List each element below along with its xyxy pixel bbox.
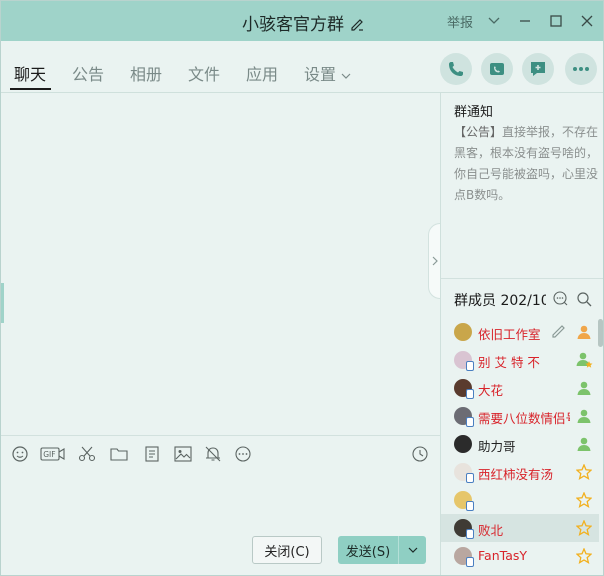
tab-files[interactable]: 文件: [188, 61, 220, 85]
chevron-right-icon: [432, 256, 438, 266]
avatar[interactable]: [454, 379, 474, 399]
avatar[interactable]: [454, 351, 474, 371]
member-row[interactable]: FanTasY: [441, 542, 599, 570]
video-call-icon: [490, 63, 504, 75]
group-name: 小骇客官方群: [242, 15, 344, 35]
phone-icon: [449, 62, 463, 76]
member-name: 依旧工作室: [478, 327, 541, 342]
scissors-icon[interactable]: [77, 445, 97, 463]
member-row[interactable]: 大花: [441, 374, 599, 402]
video-call-button[interactable]: [481, 53, 513, 85]
star-icon: [575, 547, 593, 565]
title-bar: 小骇客官方群 举报: [1, 1, 603, 41]
avatar[interactable]: [454, 519, 474, 539]
star-icon: [575, 519, 593, 537]
message-area[interactable]: [1, 93, 440, 435]
collapse-panel-button[interactable]: [428, 223, 440, 299]
tab-chat[interactable]: 聊天: [14, 61, 46, 85]
avatar[interactable]: [454, 547, 474, 567]
members-count: 群成员 202/10: [454, 293, 546, 309]
mobile-online-icon: [466, 501, 474, 511]
send-button[interactable]: 发送(S): [338, 536, 426, 564]
send-options-button[interactable]: [398, 536, 426, 564]
owner-icon: [575, 323, 593, 341]
left-accent: [1, 283, 4, 323]
tab-bar: 聊天 公告 相册 文件 应用 设置: [1, 41, 603, 93]
gif-label: GIF: [43, 450, 55, 459]
member-row[interactable]: 别 艾 特 不: [441, 346, 599, 374]
admin-icon: [575, 379, 593, 397]
member-name: 需要八位数情侣号: [478, 411, 570, 426]
notice-body[interactable]: 【公告】直接举报，不存在黑客，根本没有盗号啥的，你自己号能被盗吗，心里没点B数吗…: [454, 122, 600, 206]
group-title: 小骇客官方群: [1, 10, 603, 36]
avatar[interactable]: [454, 407, 474, 427]
member-row[interactable]: 需要八位数情侣号: [441, 402, 599, 430]
active-tab-indicator: [10, 88, 51, 90]
image-icon[interactable]: [173, 445, 193, 463]
tab-announcement[interactable]: 公告: [72, 61, 104, 85]
tab-apps[interactable]: 应用: [246, 61, 278, 85]
member-name: 西红柿没有汤: [478, 467, 554, 482]
divider: [441, 278, 603, 279]
member-name: 大花: [478, 383, 504, 398]
gif-icon[interactable]: GIF: [40, 445, 66, 463]
avatar[interactable]: [454, 323, 472, 341]
admin-icon: [575, 435, 593, 453]
more-circle-icon[interactable]: [233, 445, 253, 463]
avatar[interactable]: [454, 491, 474, 511]
star-icon: [575, 491, 593, 509]
more-button[interactable]: [565, 53, 597, 85]
tab-settings-label: 设置: [304, 65, 337, 84]
tab-album[interactable]: 相册: [130, 61, 162, 85]
member-row[interactable]: [441, 486, 599, 514]
member-name: FanTasY: [478, 548, 527, 563]
member-name: 败北: [478, 523, 504, 538]
group-side-panel: 群通知 【公告】直接举报，不存在黑客，根本没有盗号啥的，你自己号能被盗吗，心里没…: [440, 93, 603, 575]
avatar[interactable]: [454, 435, 472, 453]
history-clock-icon[interactable]: [411, 445, 429, 463]
members-search-options-icon[interactable]: [552, 290, 570, 308]
message-add-icon: [531, 62, 545, 76]
chevron-down-icon: [341, 73, 351, 79]
member-row[interactable]: 西红柿没有汤: [441, 458, 599, 486]
close-button[interactable]: 关闭(C): [252, 536, 322, 564]
close-window-button[interactable]: [577, 11, 597, 31]
mobile-online-icon: [466, 557, 474, 567]
edit-card-icon[interactable]: [551, 323, 567, 339]
send-label[interactable]: 发送(S): [338, 536, 398, 564]
member-name: 助力哥: [478, 439, 516, 454]
admin-icon: [575, 407, 593, 425]
maximize-button[interactable]: [546, 11, 566, 31]
mobile-online-icon: [466, 529, 474, 539]
edit-name-icon[interactable]: [350, 16, 364, 36]
add-message-button[interactable]: [522, 53, 554, 85]
mobile-online-icon: [466, 473, 474, 483]
document-icon[interactable]: [142, 445, 162, 463]
input-toolbar: GIF: [1, 435, 440, 471]
member-name: 别 艾 特 不: [478, 355, 540, 370]
notice-title: 群通知: [454, 105, 494, 120]
search-icon[interactable]: [575, 290, 593, 308]
voice-call-button[interactable]: [440, 53, 472, 85]
avatar[interactable]: [454, 463, 474, 483]
bell-mute-icon[interactable]: [203, 445, 223, 463]
tab-settings[interactable]: 设置: [304, 61, 351, 85]
member-row[interactable]: 助力哥: [441, 430, 599, 458]
star-icon: [575, 463, 593, 481]
more-icon: [573, 67, 589, 71]
mobile-online-icon: [466, 361, 474, 371]
admin-star-icon: [575, 351, 593, 369]
emoji-icon[interactable]: [11, 445, 29, 463]
mobile-online-icon: [466, 417, 474, 427]
report-button[interactable]: 举报: [447, 12, 473, 31]
dropdown-chevron-icon[interactable]: [484, 11, 504, 31]
member-row[interactable]: 依旧工作室: [441, 318, 599, 346]
member-row[interactable]: 败北: [441, 514, 599, 542]
folder-icon[interactable]: [109, 445, 129, 463]
mobile-online-icon: [466, 389, 474, 399]
chat-window: 小骇客官方群 举报 聊天 公告 相册 文件 应用 设置 GIF 关闭(C) 发送…: [0, 0, 604, 576]
notice-tag: 【公告】: [454, 125, 503, 139]
chevron-down-icon: [408, 547, 417, 553]
minimize-button[interactable]: [515, 11, 535, 31]
